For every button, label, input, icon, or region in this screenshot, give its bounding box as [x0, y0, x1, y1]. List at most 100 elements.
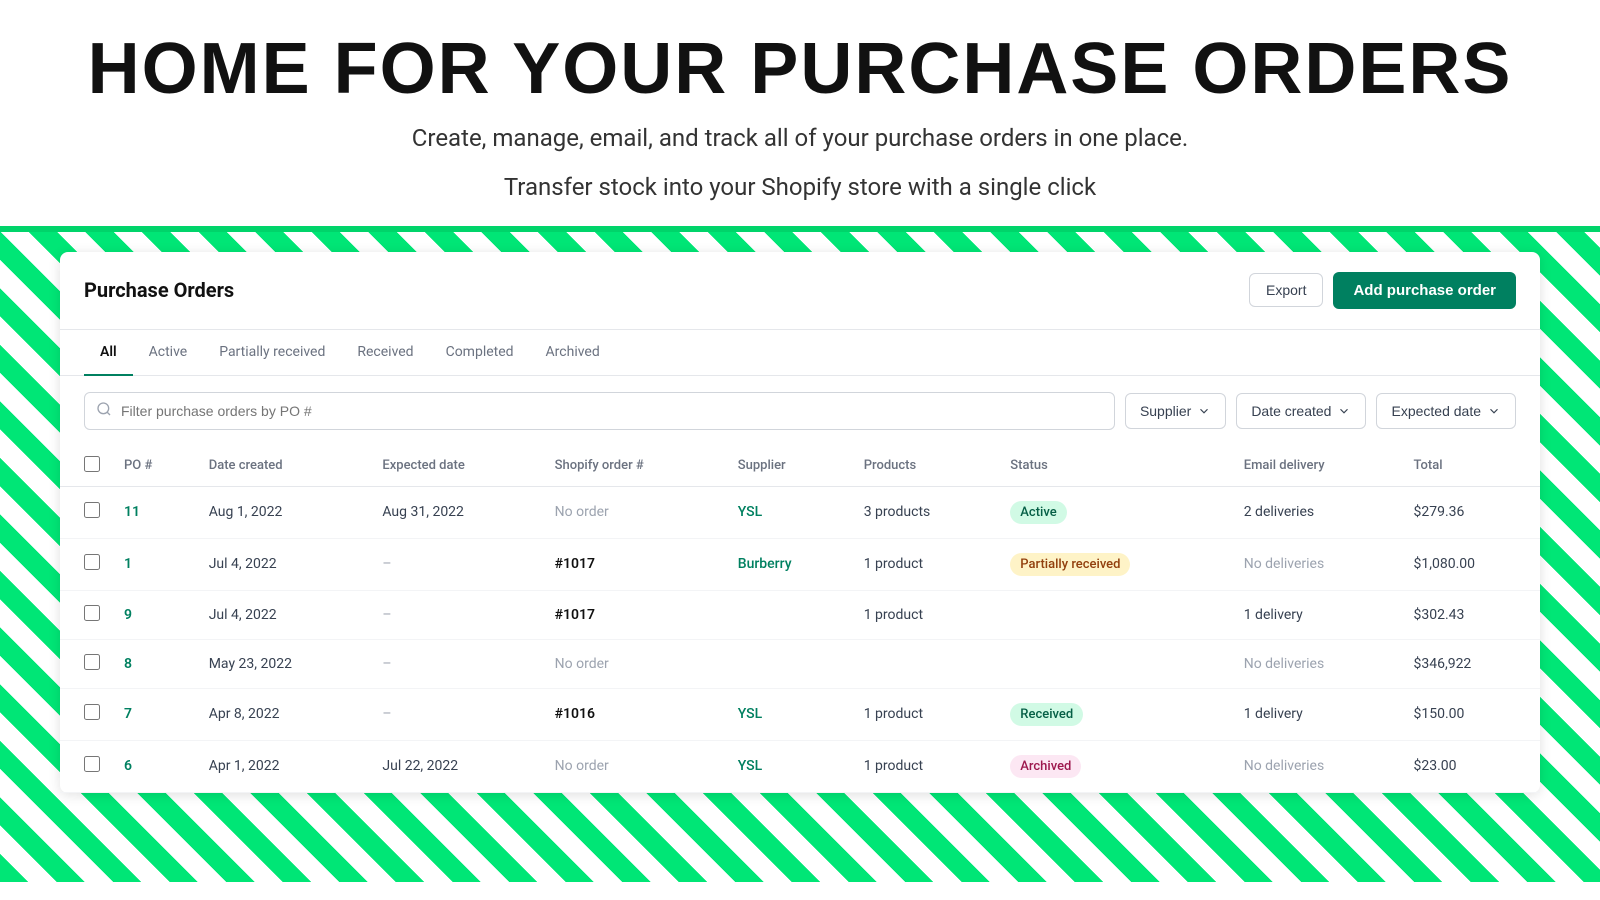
- chevron-down-icon: [1337, 404, 1351, 418]
- shopify-order-cell: #1017: [543, 538, 726, 590]
- date-created-cell: Apr 1, 2022: [197, 740, 371, 792]
- products-cell: 1 product: [852, 740, 999, 792]
- col-po: PO #: [112, 446, 197, 487]
- date-created-cell: Aug 1, 2022: [197, 486, 371, 538]
- supplier-link[interactable]: YSL: [738, 758, 762, 774]
- tab-received[interactable]: Received: [341, 330, 429, 376]
- col-status: Status: [998, 446, 1231, 487]
- status-badge: Active: [1010, 501, 1066, 524]
- shopify-order-value: #1017: [555, 607, 595, 623]
- tab-all[interactable]: All: [84, 330, 133, 376]
- table-row: 7Apr 8, 2022–#1016YSL1 productReceived1 …: [60, 688, 1540, 740]
- col-email-delivery: Email delivery: [1232, 446, 1402, 487]
- supplier-link[interactable]: YSL: [738, 706, 762, 722]
- expected-date-cell: –: [370, 688, 542, 740]
- date-created-filter-button[interactable]: Date created: [1236, 393, 1366, 429]
- status-cell: Partially received: [998, 538, 1231, 590]
- card-header: Purchase Orders Export Add purchase orde…: [60, 252, 1540, 330]
- supplier-cell: [726, 590, 852, 639]
- shopify-order-value: #1017: [555, 556, 595, 572]
- products-cell: 3 products: [852, 486, 999, 538]
- row-checkbox[interactable]: [84, 554, 100, 570]
- row-checkbox[interactable]: [84, 502, 100, 518]
- expected-date-filter-label: Expected date: [1391, 403, 1481, 419]
- col-products: Products: [852, 446, 999, 487]
- po-link[interactable]: 7: [124, 706, 132, 722]
- total-cell: $279.36: [1401, 486, 1540, 538]
- row-checkbox[interactable]: [84, 704, 100, 720]
- table-row: 1Jul 4, 2022–#1017Burberry1 productParti…: [60, 538, 1540, 590]
- total-cell: $302.43: [1401, 590, 1540, 639]
- hero-section: HOME FOR YOUR PURCHASE ORDERS Create, ma…: [0, 0, 1600, 232]
- row-checkbox[interactable]: [84, 605, 100, 621]
- supplier-link[interactable]: Burberry: [738, 556, 792, 572]
- select-all-checkbox[interactable]: [84, 456, 100, 472]
- search-input[interactable]: [84, 392, 1115, 430]
- hero-subtitle-2: Transfer stock into your Shopify store w…: [20, 168, 1580, 206]
- products-cell: 1 product: [852, 590, 999, 639]
- total-cell: $23.00: [1401, 740, 1540, 792]
- supplier-cell: YSL: [726, 740, 852, 792]
- status-badge: Archived: [1010, 755, 1081, 778]
- supplier-cell: [726, 639, 852, 688]
- date-created-filter-label: Date created: [1251, 403, 1331, 419]
- supplier-cell: Burberry: [726, 538, 852, 590]
- status-cell: [998, 639, 1231, 688]
- expected-date-cell: –: [370, 538, 542, 590]
- products-cell: 1 product: [852, 538, 999, 590]
- table-row: 11 Aug 1, 2022Aug 31, 2022 No order YSL 3 pr…: [60, 486, 1540, 538]
- table-row: 9Jul 4, 2022–#10171 product1 delivery$30…: [60, 590, 1540, 639]
- expected-date-cell: –: [370, 639, 542, 688]
- col-checkbox: [60, 446, 112, 487]
- export-button[interactable]: Export: [1249, 273, 1323, 307]
- orders-table: PO # Date created Expected date Shopify …: [60, 446, 1540, 793]
- tab-archived[interactable]: Archived: [530, 330, 616, 376]
- shopify-order-cell: No order: [543, 639, 726, 688]
- status-cell: Archived: [998, 740, 1231, 792]
- shopify-order-value: #1016: [555, 706, 595, 722]
- po-link[interactable]: 6: [124, 758, 132, 774]
- row-checkbox[interactable]: [84, 654, 100, 670]
- date-created-cell: May 23, 2022: [197, 639, 371, 688]
- products-cell: [852, 639, 999, 688]
- row-checkbox[interactable]: [84, 756, 100, 772]
- email-delivery-cell: No deliveries: [1232, 538, 1402, 590]
- supplier-filter-button[interactable]: Supplier: [1125, 393, 1226, 429]
- shopify-order-cell: No order: [543, 486, 726, 538]
- status-badge: Received: [1010, 703, 1083, 726]
- table-row: 6Apr 1, 2022Jul 22, 2022No orderYSL1 pro…: [60, 740, 1540, 792]
- tabs-bar: All Active Partially received Received C…: [60, 330, 1540, 376]
- supplier-cell: YSL: [726, 688, 852, 740]
- tab-active[interactable]: Active: [133, 330, 204, 376]
- po-link[interactable]: 1: [124, 556, 132, 572]
- col-shopify-order: Shopify order #: [543, 446, 726, 487]
- tab-partially-received[interactable]: Partially received: [203, 330, 341, 376]
- no-order-label: No order: [555, 656, 609, 672]
- no-order-label: No order: [555, 758, 609, 774]
- total-cell: $1,080.00: [1401, 538, 1540, 590]
- po-link[interactable]: 11: [124, 504, 140, 520]
- supplier-link[interactable]: YSL: [738, 504, 762, 520]
- po-link[interactable]: 9: [124, 607, 132, 623]
- hero-subtitle-1: Create, manage, email, and track all of …: [20, 119, 1580, 157]
- chevron-down-icon: [1487, 404, 1501, 418]
- po-link[interactable]: 8: [124, 656, 132, 672]
- search-icon: [96, 401, 112, 421]
- table-row: 8May 23, 2022–No orderNo deliveries$346,…: [60, 639, 1540, 688]
- col-supplier: Supplier: [726, 446, 852, 487]
- status-cell: Received: [998, 688, 1231, 740]
- email-delivery-cell: No deliveries: [1232, 639, 1402, 688]
- expected-date-filter-button[interactable]: Expected date: [1376, 393, 1516, 429]
- hero-title: HOME FOR YOUR PURCHASE ORDERS: [20, 30, 1580, 109]
- status-cell: Active: [998, 486, 1231, 538]
- search-wrapper: [84, 392, 1115, 430]
- col-total: Total: [1401, 446, 1540, 487]
- expected-date-cell: Aug 31, 2022: [370, 486, 542, 538]
- orders-table-wrapper: PO # Date created Expected date Shopify …: [60, 446, 1540, 793]
- shopify-order-cell: No order: [543, 740, 726, 792]
- add-purchase-order-button[interactable]: Add purchase order: [1333, 272, 1516, 309]
- products-cell: 1 product: [852, 688, 999, 740]
- no-order-label: No order: [555, 504, 609, 520]
- tab-completed[interactable]: Completed: [430, 330, 530, 376]
- filter-row: Supplier Date created Expected date: [60, 376, 1540, 446]
